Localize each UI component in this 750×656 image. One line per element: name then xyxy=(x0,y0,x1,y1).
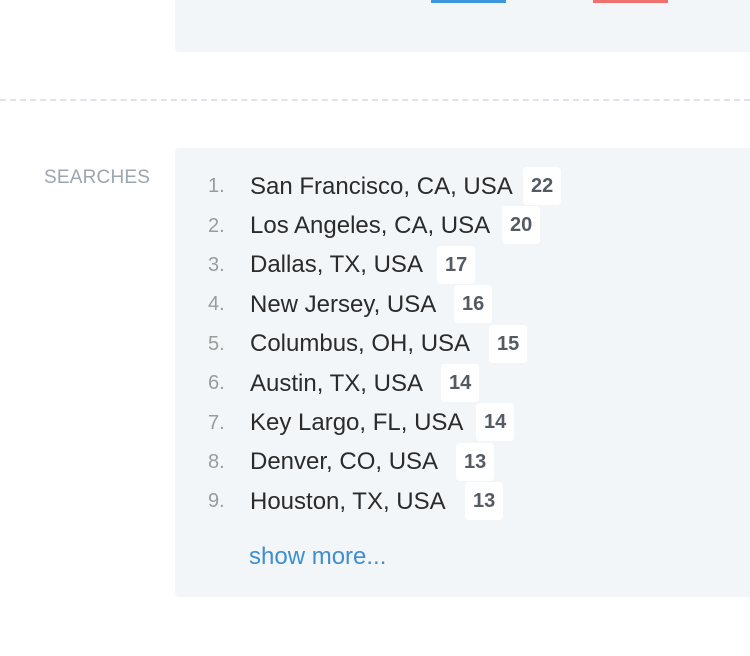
search-rank: 6. xyxy=(208,372,225,395)
page: SEARCHES 1. San Francisco, CA, USA 22 2.… xyxy=(0,0,750,656)
search-rank: 1. xyxy=(208,175,225,198)
search-rank: 4. xyxy=(208,293,225,316)
search-rank: 9. xyxy=(208,490,225,513)
search-location: San Francisco, CA, USA xyxy=(250,172,513,200)
search-location: Dallas, TX, USA xyxy=(250,251,423,279)
top-panel xyxy=(175,0,750,52)
search-count-badge: 15 xyxy=(489,324,528,363)
search-count-badge: 14 xyxy=(441,363,480,402)
search-count-badge: 13 xyxy=(465,482,504,521)
search-count-badge: 13 xyxy=(456,442,495,481)
section-divider xyxy=(0,99,750,101)
search-location: Houston, TX, USA xyxy=(250,487,446,515)
search-count-badge: 16 xyxy=(454,285,493,324)
blue-bar-segment xyxy=(431,0,506,3)
search-count-badge: 20 xyxy=(502,206,541,245)
search-count-badge: 17 xyxy=(437,245,476,284)
search-location: New Jersey, USA xyxy=(250,290,437,318)
search-location: Columbus, OH, USA xyxy=(250,330,471,358)
search-rank: 3. xyxy=(208,253,225,276)
search-rank: 8. xyxy=(208,450,225,473)
search-count-badge: 22 xyxy=(523,167,562,205)
search-rank: 7. xyxy=(208,411,225,434)
search-rank: 5. xyxy=(208,332,225,355)
red-bar-segment xyxy=(593,0,668,3)
search-location: Key Largo, FL, USA xyxy=(250,409,464,437)
searches-section-label: SEARCHES xyxy=(44,167,151,188)
show-more-link[interactable]: show more... xyxy=(249,543,386,571)
search-rank: 2. xyxy=(208,214,225,237)
search-location: Los Angeles, CA, USA xyxy=(250,212,491,240)
search-location: Denver, CO, USA xyxy=(250,448,439,476)
searches-panel: 1. San Francisco, CA, USA 22 2. Los Ange… xyxy=(175,148,750,597)
search-count-badge: 14 xyxy=(476,403,515,442)
search-location: Austin, TX, USA xyxy=(250,369,423,397)
